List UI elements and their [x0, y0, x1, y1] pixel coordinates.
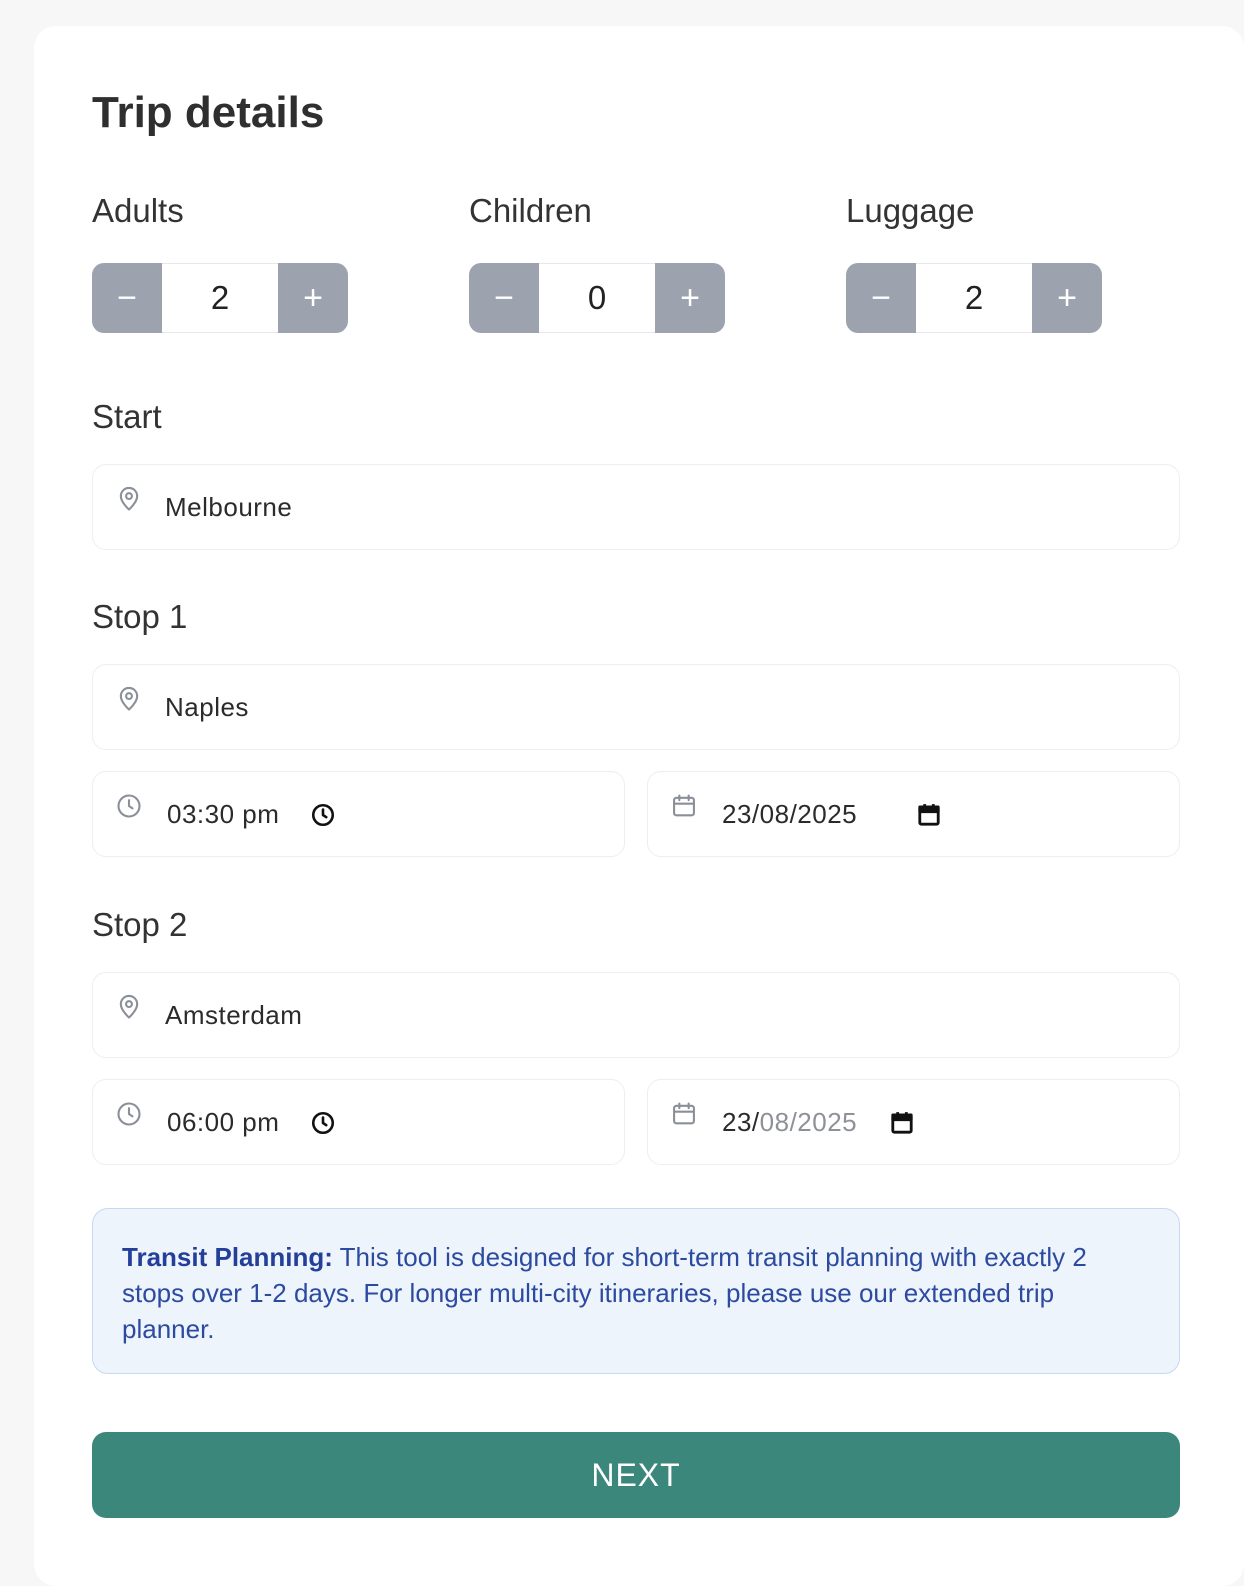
start-location-input[interactable]: Melbourne	[92, 464, 1180, 550]
clock-icon	[117, 794, 141, 818]
adults-increment-button[interactable]: +	[278, 263, 348, 333]
stop2-location-value: Amsterdam	[165, 999, 303, 1030]
luggage-decrement-button[interactable]: −	[846, 263, 916, 333]
luggage-stepper: − 2 +	[846, 263, 1102, 333]
notice-heading: Transit Planning:	[122, 1242, 333, 1272]
stop1-date-value: 23/08/2025	[722, 798, 858, 829]
adults-decrement-button[interactable]: −	[92, 263, 162, 333]
calendar-icon	[673, 1102, 695, 1125]
stop2-location-input[interactable]: Amsterdam	[92, 972, 1180, 1058]
luggage-increment-button[interactable]: +	[1032, 263, 1102, 333]
stop2-date-input[interactable]: 23/08/2025	[647, 1079, 1180, 1165]
next-button[interactable]: NEXT	[92, 1432, 1180, 1518]
map-pin-icon	[119, 486, 139, 511]
transit-planning-notice: Transit Planning: This tool is designed …	[92, 1208, 1180, 1374]
start-label: Start	[92, 398, 162, 435]
adults-value[interactable]: 2	[162, 263, 278, 333]
calendar-picker-icon[interactable]	[916, 802, 942, 828]
clock-picker-icon[interactable]	[310, 1110, 336, 1136]
stop2-label: Stop 2	[92, 906, 188, 943]
children-value[interactable]: 0	[539, 263, 655, 333]
calendar-icon	[673, 794, 695, 817]
map-pin-icon	[119, 686, 139, 711]
page-title: Trip details	[92, 88, 325, 137]
luggage-value[interactable]: 2	[916, 263, 1032, 333]
children-decrement-button[interactable]: −	[469, 263, 539, 333]
children-increment-button[interactable]: +	[655, 263, 725, 333]
children-label: Children	[469, 192, 592, 229]
stop2-time-value: 06:00 pm	[167, 1106, 280, 1137]
stop1-date-input[interactable]: 23/08/2025	[647, 771, 1180, 857]
clock-icon	[117, 1102, 141, 1126]
children-stepper: − 0 +	[469, 263, 725, 333]
trip-details-card: Trip details Adults − 2 + Children − 0 +…	[34, 26, 1244, 1586]
adults-stepper: − 2 +	[92, 263, 348, 333]
stop2-date-value: 23/08/2025	[722, 1107, 857, 1138]
stop1-label: Stop 1	[92, 598, 188, 635]
stop1-time-input[interactable]: 03:30 pm	[92, 771, 625, 857]
luggage-label: Luggage	[846, 192, 975, 229]
map-pin-icon	[119, 994, 139, 1019]
start-location-value: Melbourne	[165, 491, 293, 522]
calendar-picker-icon[interactable]	[889, 1110, 915, 1136]
stop2-date-day: 23/	[722, 1106, 760, 1137]
stop2-date-rest: 08/2025	[759, 1106, 858, 1137]
stop1-time-value: 03:30 pm	[167, 798, 280, 829]
stop1-location-value: Naples	[165, 691, 249, 722]
adults-label: Adults	[92, 192, 184, 229]
stop1-location-input[interactable]: Naples	[92, 664, 1180, 750]
clock-picker-icon[interactable]	[310, 802, 336, 828]
stop2-time-input[interactable]: 06:00 pm	[92, 1079, 625, 1165]
